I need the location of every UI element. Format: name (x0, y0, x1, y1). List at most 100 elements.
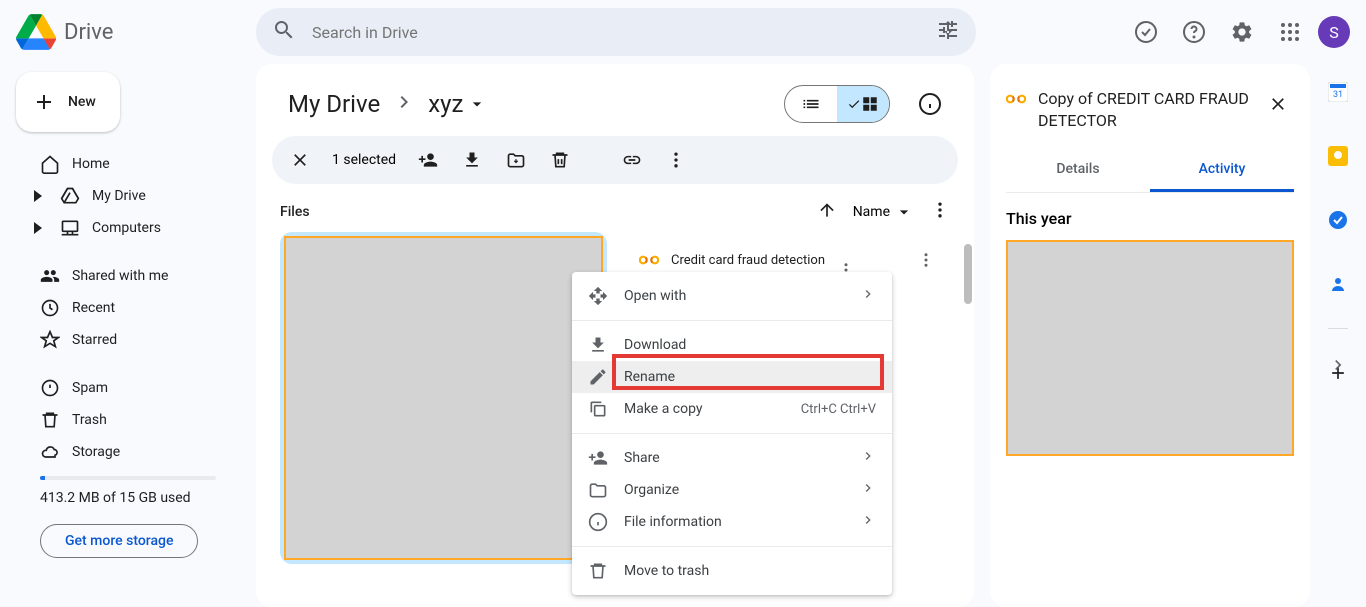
caret-icon (28, 186, 48, 206)
menu-file-info[interactable]: File information (572, 506, 892, 538)
header: Drive S (0, 0, 1366, 64)
colab-icon (1006, 92, 1026, 106)
sidebar-item-shared[interactable]: Shared with me (16, 260, 240, 292)
view-toggle (784, 85, 890, 123)
breadcrumb: My Drive xyz (256, 80, 974, 136)
chevron-right-icon (860, 286, 876, 306)
tab-details[interactable]: Details (1006, 149, 1150, 192)
sidebar-item-mydrive[interactable]: My Drive (16, 180, 240, 212)
info-button[interactable] (910, 84, 950, 124)
computer-icon (60, 218, 80, 238)
app-name: Drive (64, 20, 113, 45)
sort-name-button[interactable]: Name (853, 202, 914, 222)
sidebar-item-recent[interactable]: Recent (16, 292, 240, 324)
scrollbar[interactable] (964, 244, 972, 304)
clock-icon (40, 298, 60, 318)
search-icon (272, 18, 296, 46)
collapse-rail-button[interactable] (1318, 345, 1358, 385)
info-icon (588, 512, 608, 532)
sidebar-item-computers[interactable]: Computers (16, 212, 240, 244)
close-selection-button[interactable] (280, 140, 320, 180)
drive-icon (60, 186, 80, 206)
download-button[interactable] (452, 140, 492, 180)
settings-icon[interactable] (1222, 12, 1262, 52)
svg-text:31: 31 (1333, 90, 1343, 100)
people-icon (40, 266, 60, 286)
tasks-addon-button[interactable] (1318, 200, 1358, 240)
selection-bar: 1 selected (272, 136, 958, 184)
grid-view-button[interactable] (837, 86, 889, 122)
sidebar-item-trash[interactable]: Trash (16, 404, 240, 436)
folder-icon (588, 480, 608, 500)
spam-icon (40, 378, 60, 398)
file-more-button[interactable] (910, 244, 942, 276)
rename-icon (588, 367, 608, 387)
sidebar-item-starred[interactable]: Starred (16, 324, 240, 356)
more-options-button[interactable] (930, 200, 950, 224)
new-button[interactable]: New (16, 72, 120, 132)
close-details-button[interactable] (1262, 88, 1294, 120)
menu-organize[interactable]: Organize (572, 474, 892, 506)
activity-period: This year (1006, 209, 1294, 228)
menu-share[interactable]: Share (572, 442, 892, 474)
delete-button[interactable] (540, 140, 580, 180)
link-button[interactable] (612, 140, 652, 180)
contacts-addon-button[interactable] (1318, 264, 1358, 304)
file-name: Credit card fraud detection (671, 253, 898, 268)
sidebar-item-storage[interactable]: Storage (16, 436, 240, 468)
trash-icon (588, 561, 608, 581)
details-tabs: Details Activity (1006, 149, 1294, 193)
caret-down-icon (467, 94, 487, 114)
caret-icon (28, 218, 48, 238)
calendar-addon-button[interactable]: 31 (1318, 72, 1358, 112)
chevron-right-icon (860, 512, 876, 532)
sort-direction-button[interactable] (817, 200, 837, 224)
menu-download[interactable]: Download (572, 329, 892, 361)
sidebar-item-spam[interactable]: Spam (16, 372, 240, 404)
more-button[interactable] (656, 140, 696, 180)
home-icon (40, 154, 60, 174)
avatar[interactable]: S (1318, 16, 1350, 48)
menu-open-with[interactable]: Open with (572, 280, 892, 312)
list-view-button[interactable] (785, 86, 837, 122)
right-rail: 31 (1310, 64, 1366, 401)
menu-rename[interactable]: Rename (572, 361, 892, 393)
chevron-right-icon (860, 480, 876, 500)
file-card[interactable] (280, 232, 607, 564)
get-storage-button[interactable]: Get more storage (40, 524, 198, 558)
breadcrumb-current[interactable]: xyz (420, 86, 495, 122)
search-input[interactable] (312, 23, 920, 42)
cloud-icon (40, 442, 60, 462)
storage-bar (40, 476, 216, 480)
plus-icon (32, 90, 56, 114)
search-bar[interactable] (256, 8, 976, 56)
details-title: Copy of CREDIT CARD FRAUD DETECTOR (1038, 88, 1250, 133)
apps-icon[interactable] (1270, 12, 1310, 52)
menu-make-copy[interactable]: Make a copy Ctrl+C Ctrl+V (572, 393, 892, 425)
files-header: Files Name (256, 200, 974, 232)
files-label: Files (280, 204, 310, 220)
filter-icon[interactable] (936, 18, 960, 46)
chevron-right-icon (392, 90, 416, 118)
sidebar-item-home[interactable]: Home (16, 148, 240, 180)
share-button[interactable] (408, 140, 448, 180)
move-button[interactable] (496, 140, 536, 180)
selection-count: 1 selected (332, 152, 396, 168)
menu-move-trash[interactable]: Move to trash (572, 555, 892, 587)
trash-icon (40, 410, 60, 430)
copy-icon (588, 399, 608, 419)
keep-addon-button[interactable] (1318, 136, 1358, 176)
breadcrumb-root[interactable]: My Drive (280, 86, 388, 122)
header-actions: S (1126, 12, 1350, 52)
share-icon (588, 448, 608, 468)
star-icon (40, 330, 60, 350)
drive-logo-icon (16, 12, 56, 52)
context-menu: Open with Download Rename Make a copy Ct… (572, 272, 892, 595)
ready-offline-icon[interactable] (1126, 12, 1166, 52)
download-icon (588, 335, 608, 355)
tab-activity[interactable]: Activity (1150, 149, 1294, 192)
logo-area[interactable]: Drive (16, 12, 256, 52)
help-icon[interactable] (1174, 12, 1214, 52)
sidebar: New Home My Drive Computers Shared with … (0, 64, 256, 578)
chevron-right-icon (860, 448, 876, 468)
